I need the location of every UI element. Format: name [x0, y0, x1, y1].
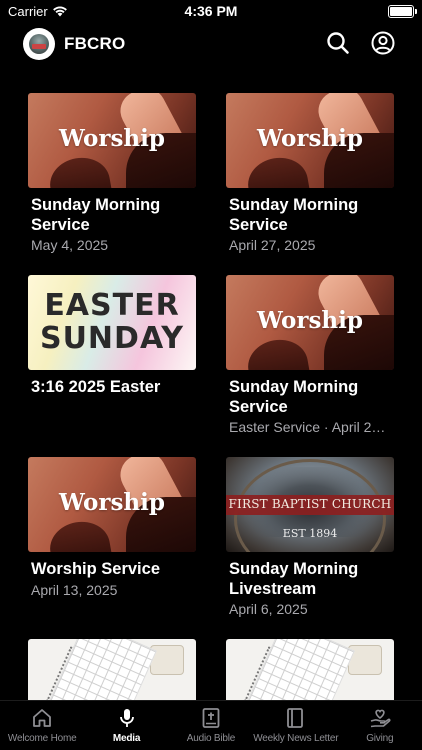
thumbnail-text-line2: SUNDAY: [39, 321, 185, 356]
thumbnail-text: Worship: [257, 125, 363, 152]
media-date: Easter Service · April 20, 2025: [229, 419, 391, 435]
media-card[interactable]: Worship Sunday Morning Service Easter Se…: [226, 275, 394, 436]
newsletter-icon: [287, 708, 304, 728]
media-card[interactable]: FIRST BAPTIST CHURCH EST 1894 Sunday Mor…: [226, 457, 394, 618]
media-card[interactable]: Worship Sunday Morning Service May 4, 20…: [28, 93, 196, 254]
tab-welcome-home[interactable]: Welcome Home: [0, 701, 84, 750]
app-title: FBCRO: [64, 34, 126, 53]
church-logo[interactable]: [23, 28, 55, 60]
thumbnail-est-text: EST 1894: [282, 527, 338, 540]
tab-label: Media: [112, 733, 141, 744]
tab-media[interactable]: Media: [84, 701, 168, 750]
media-date: May 4, 2025: [31, 237, 109, 253]
worship-thumbnail: Worship: [28, 93, 196, 188]
media-card[interactable]: Worship Worship Service April 13, 2025: [28, 457, 196, 599]
media-card[interactable]: Worship Sunday Morning Service April 27,…: [226, 93, 394, 254]
media-title: Sunday Morning Livestream: [229, 560, 359, 598]
tab-weekly-news-letter[interactable]: Weekly News Letter: [253, 701, 339, 750]
media-date: April 27, 2025: [229, 237, 316, 253]
thumbnail-text: Worship: [59, 489, 165, 516]
giving-icon: [370, 709, 391, 728]
worship-thumbnail: Worship: [28, 457, 196, 552]
home-icon: [33, 709, 52, 727]
worship-thumbnail: Worship: [226, 93, 394, 188]
media-title: Sunday Morning Service: [229, 196, 359, 234]
media-date: April 13, 2025: [31, 581, 118, 598]
bible-icon: [202, 708, 220, 728]
worship-thumbnail: Worship: [226, 275, 394, 370]
tab-bar: Welcome Home Media Audio Bible Weekly Ne…: [0, 700, 422, 750]
thumbnail-text: Worship: [59, 125, 165, 152]
church-seal-thumbnail: FIRST BAPTIST CHURCH EST 1894: [226, 457, 394, 552]
thumbnail-text: Worship: [257, 307, 363, 334]
media-title: 3:16 2025 Easter: [31, 378, 161, 396]
thumbnail-text-line1: EASTER: [44, 288, 180, 323]
thumbnail-text: FIRST BAPTIST CHURCH: [228, 497, 392, 511]
status-time: 4:36 PM: [184, 3, 238, 19]
media-date: April 6, 2025: [229, 601, 308, 617]
status-bar: Carrier 4:36 PM: [0, 0, 422, 24]
tab-audio-bible[interactable]: Audio Bible: [169, 701, 253, 750]
media-title: Sunday Morning Service: [31, 196, 161, 234]
battery-icon: [388, 5, 417, 18]
app-header: FBCRO: [0, 24, 422, 64]
media-card[interactable]: EASTER SUNDAY 3:16 2025 Easter: [28, 275, 196, 398]
tab-label: Giving: [366, 733, 394, 744]
easter-thumbnail: EASTER SUNDAY: [28, 275, 196, 370]
tab-giving[interactable]: Giving: [338, 701, 422, 750]
account-circle-icon[interactable]: [370, 30, 396, 56]
microphone-icon: [119, 709, 134, 727]
tab-label: Weekly News Letter: [253, 733, 339, 744]
tab-label: Welcome Home: [7, 733, 77, 744]
search-icon[interactable]: [325, 30, 351, 56]
tab-label: Audio Bible: [186, 733, 236, 744]
media-title: Sunday Morning Service: [229, 378, 359, 416]
media-title: Worship Service: [31, 560, 160, 578]
